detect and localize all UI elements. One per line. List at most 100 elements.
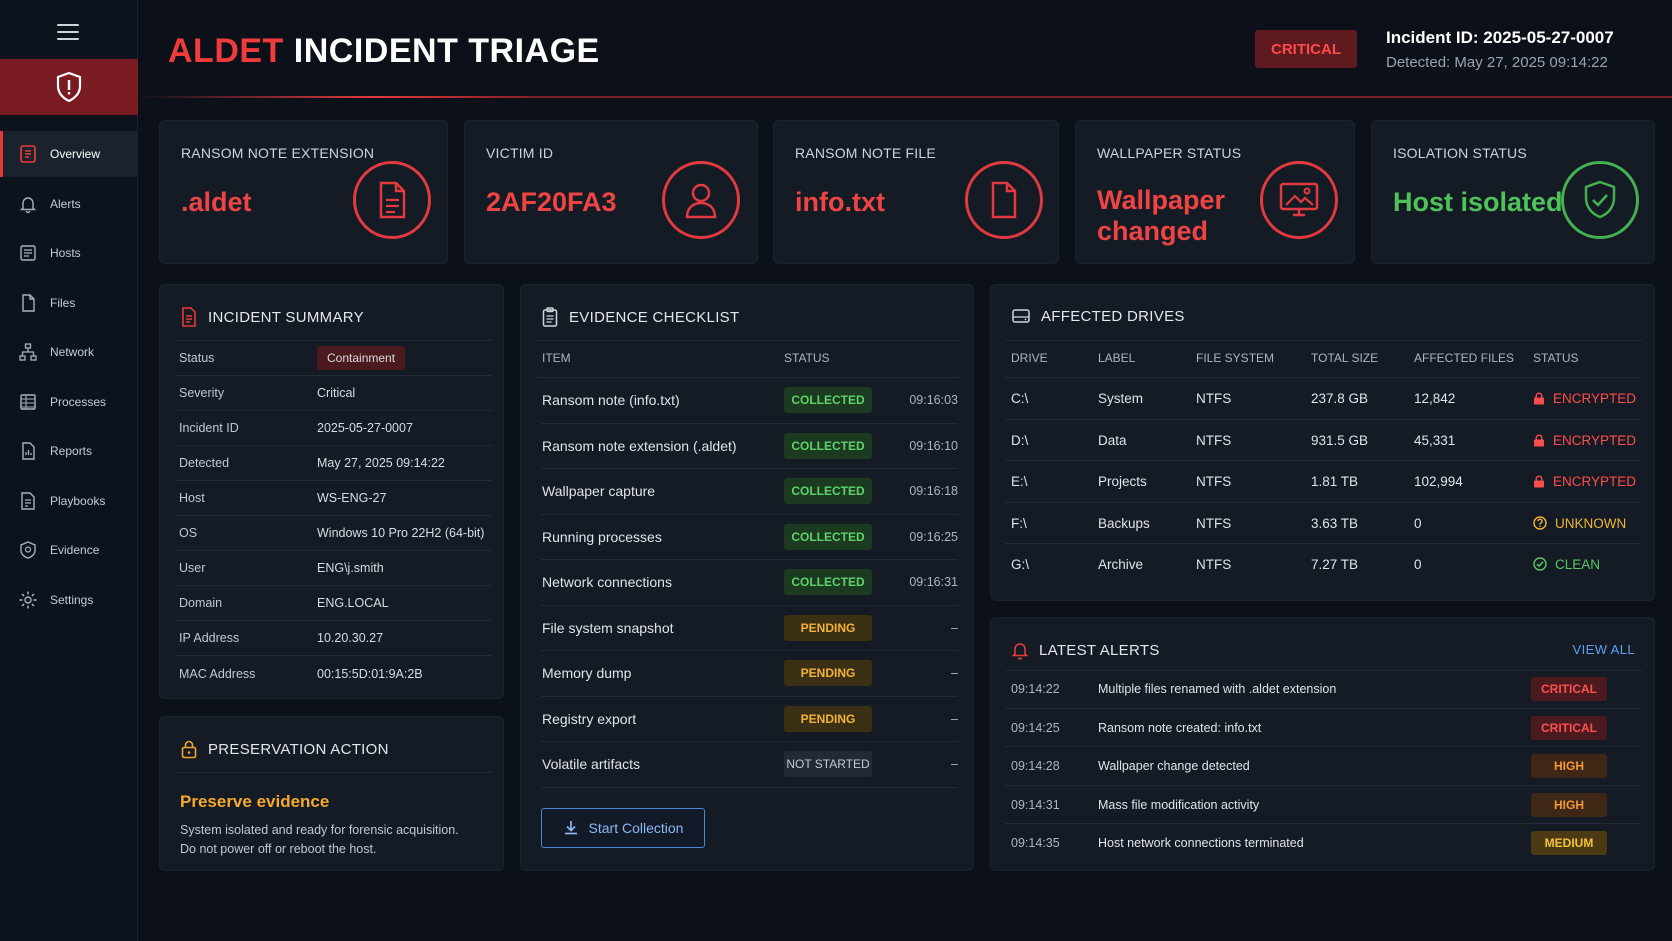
status-text: ENCRYPTED xyxy=(1553,432,1637,448)
alert-row[interactable]: 09:14:31 Mass file modification activity… xyxy=(1005,786,1641,824)
alert-row[interactable]: 09:14:35 Host network connections termin… xyxy=(1005,824,1641,863)
kpi-label: WALLPAPER STATUS xyxy=(1097,145,1242,161)
evidence-row: Network connections COLLECTED 09:16:31 xyxy=(541,560,958,606)
drive-cell: G:\ xyxy=(1011,557,1030,572)
page-title: ALDET INCIDENT TRIAGE xyxy=(168,32,600,71)
sidebar-item-processes[interactable]: Processes xyxy=(0,379,138,425)
evidence-time: 09:16:31 xyxy=(909,575,958,590)
column-header-status: STATUS xyxy=(1533,351,1579,365)
column-header-total-size: TOTAL SIZE xyxy=(1311,351,1379,365)
panel-title-text: EVIDENCE CHECKLIST xyxy=(569,308,740,326)
summary-key: Status xyxy=(179,351,215,365)
evidence-item: Network connections xyxy=(542,574,672,591)
header: ALDET INCIDENT TRIAGE CRITICAL Incident … xyxy=(138,0,1672,98)
kpi-label: VICTIM ID xyxy=(486,145,554,161)
question-icon xyxy=(1533,515,1547,530)
alert-time: 09:14:22 xyxy=(1011,682,1060,696)
sidebar-item-label: Settings xyxy=(50,592,94,607)
evidence-item: Registry export xyxy=(542,710,637,727)
status-cell: ENCRYPTED xyxy=(1533,433,1636,448)
alert-time: 09:14:25 xyxy=(1011,720,1060,735)
table-row: G:\ Archive NTFS 7.27 TB 0 CLEAN xyxy=(1005,544,1641,586)
sidebar-item-alerts[interactable]: Alerts xyxy=(0,181,138,227)
lock-icon xyxy=(1534,434,1544,446)
summary-value: ENG\j.smith xyxy=(317,561,384,575)
alert-row[interactable]: 09:14:22 Multiple files renamed with .al… xyxy=(1005,670,1641,709)
evidence-item: Ransom note (info.txt) xyxy=(542,392,680,409)
kpi-label: ISOLATION STATUS xyxy=(1393,145,1527,161)
status-text: UNKNOWN xyxy=(1555,515,1627,531)
kpi-ransom-note-extension: RANSOM NOTE EXTENSION .aldet xyxy=(159,120,448,264)
evidence-item: Running processes xyxy=(542,528,662,545)
size-cell: 931.5 GB xyxy=(1311,432,1369,448)
summary-value: Critical xyxy=(317,386,356,400)
table-row: E:\ Projects NTFS 1.81 TB 102,994 ENCRYP… xyxy=(1005,461,1641,503)
panel-title: AFFECTED DRIVES xyxy=(1011,307,1185,325)
sidebar-item-playbooks[interactable]: Playbooks xyxy=(0,478,138,524)
severity-badge: MEDIUM xyxy=(1531,831,1607,855)
incident-summary-panel: INCIDENT SUMMARY Status Containment Sever… xyxy=(159,284,504,699)
hamburger-menu-icon[interactable] xyxy=(57,24,79,42)
summary-row-severity: Severity Critical xyxy=(176,376,492,411)
summary-key: OS xyxy=(179,526,198,540)
panel-title: EVIDENCE CHECKLIST xyxy=(541,307,739,327)
clipboard-icon xyxy=(542,307,558,327)
evidence-item: Ransom note extension (.aldet) xyxy=(542,437,737,454)
files-cell: 0 xyxy=(1414,515,1422,531)
status-cell: ENCRYPTED xyxy=(1533,474,1636,489)
status-badge: COLLECTED xyxy=(784,478,872,505)
column-header-drive: DRIVE xyxy=(1011,351,1048,365)
divider xyxy=(1006,340,1642,341)
size-cell: 1.81 TB xyxy=(1311,474,1359,489)
summary-value: May 27, 2025 09:14:22 xyxy=(317,456,445,470)
evidence-item: Volatile artifacts xyxy=(542,756,641,773)
fs-cell: NTFS xyxy=(1196,391,1232,406)
status-text: ENCRYPTED xyxy=(1553,391,1637,406)
sidebar-item-hosts[interactable]: Hosts xyxy=(0,230,138,276)
sidebar-item-label: Overview xyxy=(50,147,101,161)
evidence-item: Memory dump xyxy=(542,665,632,682)
size-cell: 7.27 TB xyxy=(1311,557,1359,572)
summary-key: User xyxy=(179,561,206,575)
sidebar-item-settings[interactable]: Settings xyxy=(0,577,138,623)
label-cell: Archive xyxy=(1098,557,1144,572)
summary-value: 2025-05-27-0007 xyxy=(317,421,413,435)
sidebar-item-reports[interactable]: Reports xyxy=(0,428,138,474)
sidebar-item-evidence[interactable]: Evidence xyxy=(0,527,138,573)
panel-title-text: LATEST ALERTS xyxy=(1039,641,1160,659)
sidebar-item-network[interactable]: Network xyxy=(0,329,138,375)
alert-row[interactable]: 09:14:28 Wallpaper change detected HIGH xyxy=(1005,747,1641,786)
sidebar-item-files[interactable]: Files xyxy=(0,280,138,326)
alert-row[interactable]: 09:14:25 Ransom note created: info.txt C… xyxy=(1005,709,1641,747)
kpi-ransom-note-file: RANSOM NOTE FILE info.txt xyxy=(773,120,1059,264)
incident-id: Incident ID: 2025-05-27-0007 xyxy=(1386,28,1614,47)
evidence-icon xyxy=(20,541,36,559)
summary-key: MAC Address xyxy=(179,666,256,681)
check-circle-icon xyxy=(1533,557,1547,571)
fs-cell: NTFS xyxy=(1196,557,1232,572)
evidence-row: Registry export PENDING – xyxy=(541,697,958,742)
shield-check-icon xyxy=(1561,161,1639,239)
sidebar-item-label: Hosts xyxy=(50,246,81,260)
view-all-link[interactable]: VIEW ALL xyxy=(1573,642,1635,657)
severity-badge: CRITICAL xyxy=(1255,30,1357,68)
kpi-wallpaper-status: WALLPAPER STATUS Wallpaper changed xyxy=(1075,120,1355,264)
column-header-status: STATUS xyxy=(784,351,830,365)
evidence-time: 09:16:10 xyxy=(909,438,958,453)
sidebar-nav: Overview Alerts Hosts Files Network Proc… xyxy=(0,131,138,626)
evidence-row: Memory dump PENDING – xyxy=(541,651,958,697)
user-icon xyxy=(662,161,740,239)
kpi-value-line2: changed xyxy=(1097,216,1209,246)
status-badge: PENDING xyxy=(784,705,872,732)
summary-key: Host xyxy=(179,491,205,505)
files-cell: 12,842 xyxy=(1414,391,1456,406)
shield-logo-icon xyxy=(0,59,138,115)
title-accent: ALDET xyxy=(168,32,284,70)
table-row: F:\ Backups NTFS 3.63 TB 0 UNKNOWN xyxy=(1005,503,1641,544)
summary-key: IP Address xyxy=(179,631,240,645)
label-cell: Backups xyxy=(1098,515,1150,531)
status-badge: COLLECTED xyxy=(784,387,872,414)
sidebar-item-overview[interactable]: Overview xyxy=(0,131,138,177)
start-collection-button[interactable]: Start Collection xyxy=(541,808,705,848)
drive-cell: E:\ xyxy=(1011,474,1028,489)
